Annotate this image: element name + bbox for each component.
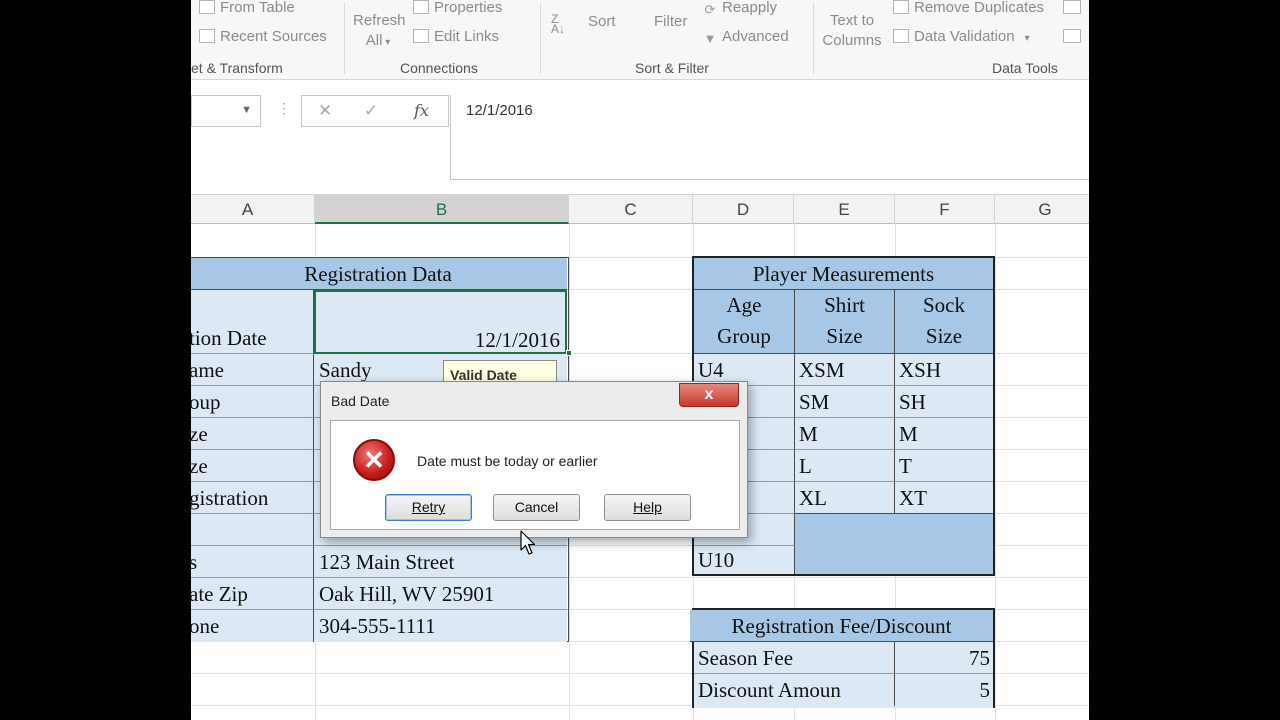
fill-handle[interactable] bbox=[566, 350, 572, 356]
fee-discount-title: Registration Fee/Discount bbox=[690, 610, 993, 642]
filter-button[interactable]: Filter bbox=[654, 13, 687, 31]
column-header-b[interactable]: B bbox=[315, 195, 569, 224]
sort-filter-group-label: Sort & Filter bbox=[635, 60, 709, 76]
connections-group-label: Connections bbox=[400, 60, 478, 76]
registration-label[interactable]: ze bbox=[191, 418, 314, 450]
get-transform-group-label: et & Transform bbox=[191, 60, 283, 76]
formula-buttons: ✕ ✓ fx bbox=[301, 95, 449, 127]
advanced-filter-icon: ▼ bbox=[703, 31, 717, 46]
season-fee-value[interactable]: 75 bbox=[895, 642, 993, 674]
shirt-size-cell[interactable]: XL bbox=[795, 482, 895, 514]
insert-function-icon[interactable]: fx bbox=[414, 101, 429, 120]
column-header-f[interactable]: F bbox=[895, 195, 995, 224]
registration-label[interactable]: ate Zip bbox=[191, 578, 314, 610]
help-button[interactable]: Help bbox=[604, 494, 691, 521]
registration-label[interactable]: one bbox=[191, 610, 314, 642]
sort-button[interactable]: Sort bbox=[588, 13, 616, 31]
shirt-size-cell[interactable]: L bbox=[795, 450, 895, 482]
formula-bar-grip-icon[interactable]: ⋮ bbox=[277, 100, 291, 117]
registration-label[interactable]: gistration bbox=[191, 482, 314, 514]
remove-duplicates-icon bbox=[893, 0, 909, 14]
close-icon[interactable]: x bbox=[679, 383, 739, 407]
season-fee-label[interactable]: Season Fee bbox=[694, 642, 895, 674]
edit-links-icon bbox=[413, 29, 429, 43]
sock-size-cell[interactable]: XSH bbox=[895, 354, 993, 386]
properties-button[interactable]: Properties bbox=[413, 0, 502, 17]
column-header-d[interactable]: D bbox=[693, 195, 794, 224]
age-group-cell[interactable]: U10 bbox=[694, 546, 795, 574]
registration-value[interactable]: Oak Hill, WV 25901 bbox=[314, 578, 567, 610]
edit-links-button[interactable]: Edit Links bbox=[413, 28, 499, 46]
shirt-size-cell[interactable]: XSM bbox=[795, 354, 895, 386]
registration-label[interactable] bbox=[191, 514, 314, 546]
ribbon: From Table Recent Sources et & Transform… bbox=[191, 0, 1089, 80]
registration-label[interactable]: oup bbox=[191, 386, 314, 418]
error-icon: ✕ bbox=[353, 439, 395, 481]
recent-sources-icon bbox=[199, 29, 215, 43]
chevron-down-icon: ▾ bbox=[382, 36, 391, 48]
sock-size-cell[interactable]: T bbox=[895, 450, 993, 482]
name-box[interactable]: ▼ bbox=[191, 95, 261, 127]
formula-bar: ▼ ⋮ ✕ ✓ fx 12/1/2016 bbox=[191, 80, 1089, 194]
registration-label[interactable]: s bbox=[191, 546, 314, 578]
refresh-all-button[interactable]: Refresh All ▾ bbox=[353, 12, 406, 49]
dialog-message: Date must be today or earlier bbox=[417, 453, 598, 469]
age-group-header: Age Group bbox=[694, 290, 795, 354]
sort-az-icon[interactable]: Z A↓ bbox=[551, 13, 565, 38]
shirt-size-cell[interactable]: SM bbox=[795, 386, 895, 418]
recent-sources-button[interactable]: Recent Sources bbox=[199, 28, 327, 46]
column-header-g[interactable]: G bbox=[995, 195, 1089, 224]
shirt-size-header: Shirt Size bbox=[795, 290, 895, 354]
advanced-button[interactable]: ▼ Advanced bbox=[703, 28, 789, 46]
cancel-button[interactable]: Cancel bbox=[493, 494, 580, 521]
reapply-button[interactable]: ⟳ Reapply bbox=[703, 0, 778, 17]
discount-amount-label[interactable]: Discount Amoun bbox=[694, 674, 895, 706]
mouse-cursor-icon bbox=[520, 530, 536, 555]
measurements-title: Player Measurements bbox=[694, 258, 993, 290]
table-icon bbox=[199, 0, 215, 14]
excel-window: From Table Recent Sources et & Transform… bbox=[191, 0, 1089, 720]
column-header-e[interactable]: E bbox=[794, 195, 895, 224]
enter-entry-icon[interactable]: ✓ bbox=[364, 101, 378, 121]
ribbon-separator bbox=[540, 2, 541, 74]
formula-input[interactable]: 12/1/2016 bbox=[450, 95, 1089, 180]
remove-duplicates-button[interactable]: Remove Duplicates bbox=[893, 0, 1044, 17]
chevron-down-icon: ▾ bbox=[1024, 33, 1030, 44]
cancel-entry-icon[interactable]: ✕ bbox=[318, 101, 332, 121]
retry-button[interactable]: Retry bbox=[385, 494, 472, 521]
shirt-size-cell[interactable]: M bbox=[795, 418, 895, 450]
merged-empty-cell[interactable] bbox=[795, 514, 993, 574]
reapply-icon: ⟳ bbox=[704, 2, 716, 17]
fee-discount-table: Registration Fee/Discount Season Fee 75 … bbox=[690, 608, 995, 708]
bad-date-dialog: Bad Date x ✕ Date must be today or earli… bbox=[320, 381, 748, 538]
registration-date-cell[interactable]: 12/1/2016 bbox=[314, 290, 567, 354]
registration-value[interactable]: 304-555-1111 bbox=[314, 610, 567, 642]
properties-icon bbox=[413, 0, 429, 14]
dialog-body: ✕ Date must be today or earlier Retry Ca… bbox=[330, 420, 740, 530]
column-headers: A B C D E F G bbox=[191, 194, 1089, 224]
dialog-title: Bad Date bbox=[331, 393, 390, 409]
text-to-columns-button[interactable]: Text to Columns bbox=[821, 12, 883, 49]
from-table-button[interactable]: From Table bbox=[199, 0, 295, 17]
sock-size-cell[interactable]: SH bbox=[895, 386, 993, 418]
ribbon-separator bbox=[344, 2, 345, 74]
manage-data-model-icon[interactable] bbox=[1063, 29, 1086, 46]
data-tools-group-label: Data Tools bbox=[992, 60, 1058, 76]
sock-size-cell[interactable]: XT bbox=[895, 482, 993, 514]
data-validation-button[interactable]: Data Validation ▾ bbox=[893, 28, 1030, 46]
registration-label[interactable]: ze bbox=[191, 450, 314, 482]
discount-amount-value[interactable]: 5 bbox=[895, 674, 993, 706]
ribbon-separator bbox=[813, 2, 814, 74]
column-header-c[interactable]: C bbox=[569, 195, 693, 224]
chevron-down-icon[interactable]: ▼ bbox=[241, 104, 252, 116]
sock-size-header: Sock Size bbox=[895, 290, 993, 354]
data-validation-icon bbox=[893, 29, 909, 43]
registration-label-date[interactable]: tion Date bbox=[191, 290, 314, 354]
registration-title: Registration Data bbox=[191, 258, 567, 290]
registration-label[interactable]: ame bbox=[191, 354, 314, 386]
sock-size-cell[interactable]: M bbox=[895, 418, 993, 450]
consolidate-icon[interactable] bbox=[1063, 0, 1086, 17]
column-header-a[interactable]: A bbox=[191, 195, 315, 224]
